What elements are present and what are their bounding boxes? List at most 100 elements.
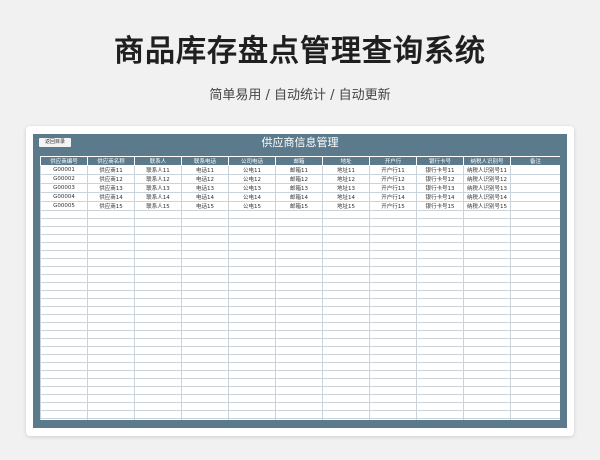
table-cell[interactable] [228,378,276,387]
table-cell[interactable] [40,234,88,243]
table-cell[interactable] [134,314,182,323]
table-cell[interactable] [87,402,135,411]
table-cell[interactable] [463,274,511,283]
table-cell[interactable] [87,218,135,227]
table-cell[interactable] [40,418,88,420]
table-cell[interactable] [40,330,88,339]
table-cell[interactable] [181,378,229,387]
table-cell[interactable] [416,314,464,323]
table-cell[interactable] [416,402,464,411]
table-cell[interactable] [369,290,417,299]
table-cell[interactable] [87,346,135,355]
table-cell[interactable] [228,330,276,339]
table-cell[interactable]: 地址11 [322,165,370,175]
table-cell[interactable] [322,410,370,419]
table-cell[interactable] [369,282,417,291]
table-cell[interactable] [228,298,276,307]
table-cell[interactable]: 开户行14 [369,192,417,202]
table-cell[interactable] [87,314,135,323]
table-cell[interactable] [463,226,511,235]
table-cell[interactable] [134,242,182,251]
table-cell[interactable]: G00002 [40,174,88,184]
column-header[interactable]: 公司电话 [228,156,276,166]
table-cell[interactable] [87,226,135,235]
table-cell[interactable] [510,174,560,184]
table-cell[interactable] [87,242,135,251]
table-cell[interactable] [369,298,417,307]
table-cell[interactable]: 开户行15 [369,201,417,211]
table-cell[interactable] [228,282,276,291]
table-cell[interactable] [510,183,560,193]
table-cell[interactable] [134,410,182,419]
table-cell[interactable]: 纳税人识别号11 [463,165,511,175]
table-cell[interactable] [134,330,182,339]
table-cell[interactable]: 地址13 [322,183,370,193]
table-cell[interactable] [134,338,182,347]
table-cell[interactable]: 纳税人识别号12 [463,174,511,184]
table-cell[interactable] [463,378,511,387]
table-cell[interactable]: 地址12 [322,174,370,184]
table-cell[interactable] [369,266,417,275]
table-cell[interactable] [228,338,276,347]
table-cell[interactable] [322,418,370,420]
table-cell[interactable] [369,234,417,243]
table-cell[interactable] [369,226,417,235]
table-cell[interactable] [134,274,182,283]
table-cell[interactable]: 电话13 [181,183,229,193]
table-cell[interactable] [510,346,560,355]
table-cell[interactable] [87,298,135,307]
table-cell[interactable] [134,362,182,371]
table-cell[interactable] [510,306,560,315]
table-cell[interactable] [369,322,417,331]
table-cell[interactable] [40,322,88,331]
table-cell[interactable] [87,338,135,347]
table-cell[interactable] [416,418,464,420]
table-cell[interactable] [369,274,417,283]
table-cell[interactable] [181,274,229,283]
table-cell[interactable] [134,322,182,331]
table-cell[interactable] [416,410,464,419]
table-cell[interactable] [40,218,88,227]
table-cell[interactable] [369,330,417,339]
table-cell[interactable] [181,370,229,379]
table-cell[interactable] [181,290,229,299]
table-cell[interactable] [463,370,511,379]
table-cell[interactable] [510,418,560,420]
table-cell[interactable] [510,258,560,267]
table-cell[interactable] [134,250,182,259]
table-cell[interactable] [416,306,464,315]
table-cell[interactable] [87,282,135,291]
back-to-index-button[interactable]: 返回目录 [39,138,71,147]
table-cell[interactable] [134,258,182,267]
table-cell[interactable] [322,226,370,235]
column-header[interactable]: 邮箱 [275,156,323,166]
table-cell[interactable] [275,346,323,355]
table-cell[interactable] [322,282,370,291]
table-cell[interactable] [369,370,417,379]
table-cell[interactable] [87,386,135,395]
table-cell[interactable] [510,362,560,371]
table-cell[interactable] [40,282,88,291]
table-cell[interactable] [228,258,276,267]
table-cell[interactable] [228,210,276,219]
table-cell[interactable] [181,234,229,243]
table-cell[interactable] [322,338,370,347]
table-cell[interactable] [510,402,560,411]
table-cell[interactable] [228,242,276,251]
table-cell[interactable] [510,226,560,235]
table-cell[interactable] [40,298,88,307]
table-cell[interactable] [134,226,182,235]
table-cell[interactable]: 开户行11 [369,165,417,175]
table-cell[interactable]: G00004 [40,192,88,202]
table-cell[interactable]: 邮箱12 [275,174,323,184]
table-cell[interactable] [369,346,417,355]
table-cell[interactable] [369,314,417,323]
table-cell[interactable] [275,234,323,243]
table-cell[interactable]: 开户行13 [369,183,417,193]
table-cell[interactable]: 邮箱11 [275,165,323,175]
table-cell[interactable] [87,322,135,331]
table-cell[interactable] [40,274,88,283]
table-cell[interactable] [87,330,135,339]
table-cell[interactable] [228,314,276,323]
column-header[interactable]: 联系电话 [181,156,229,166]
